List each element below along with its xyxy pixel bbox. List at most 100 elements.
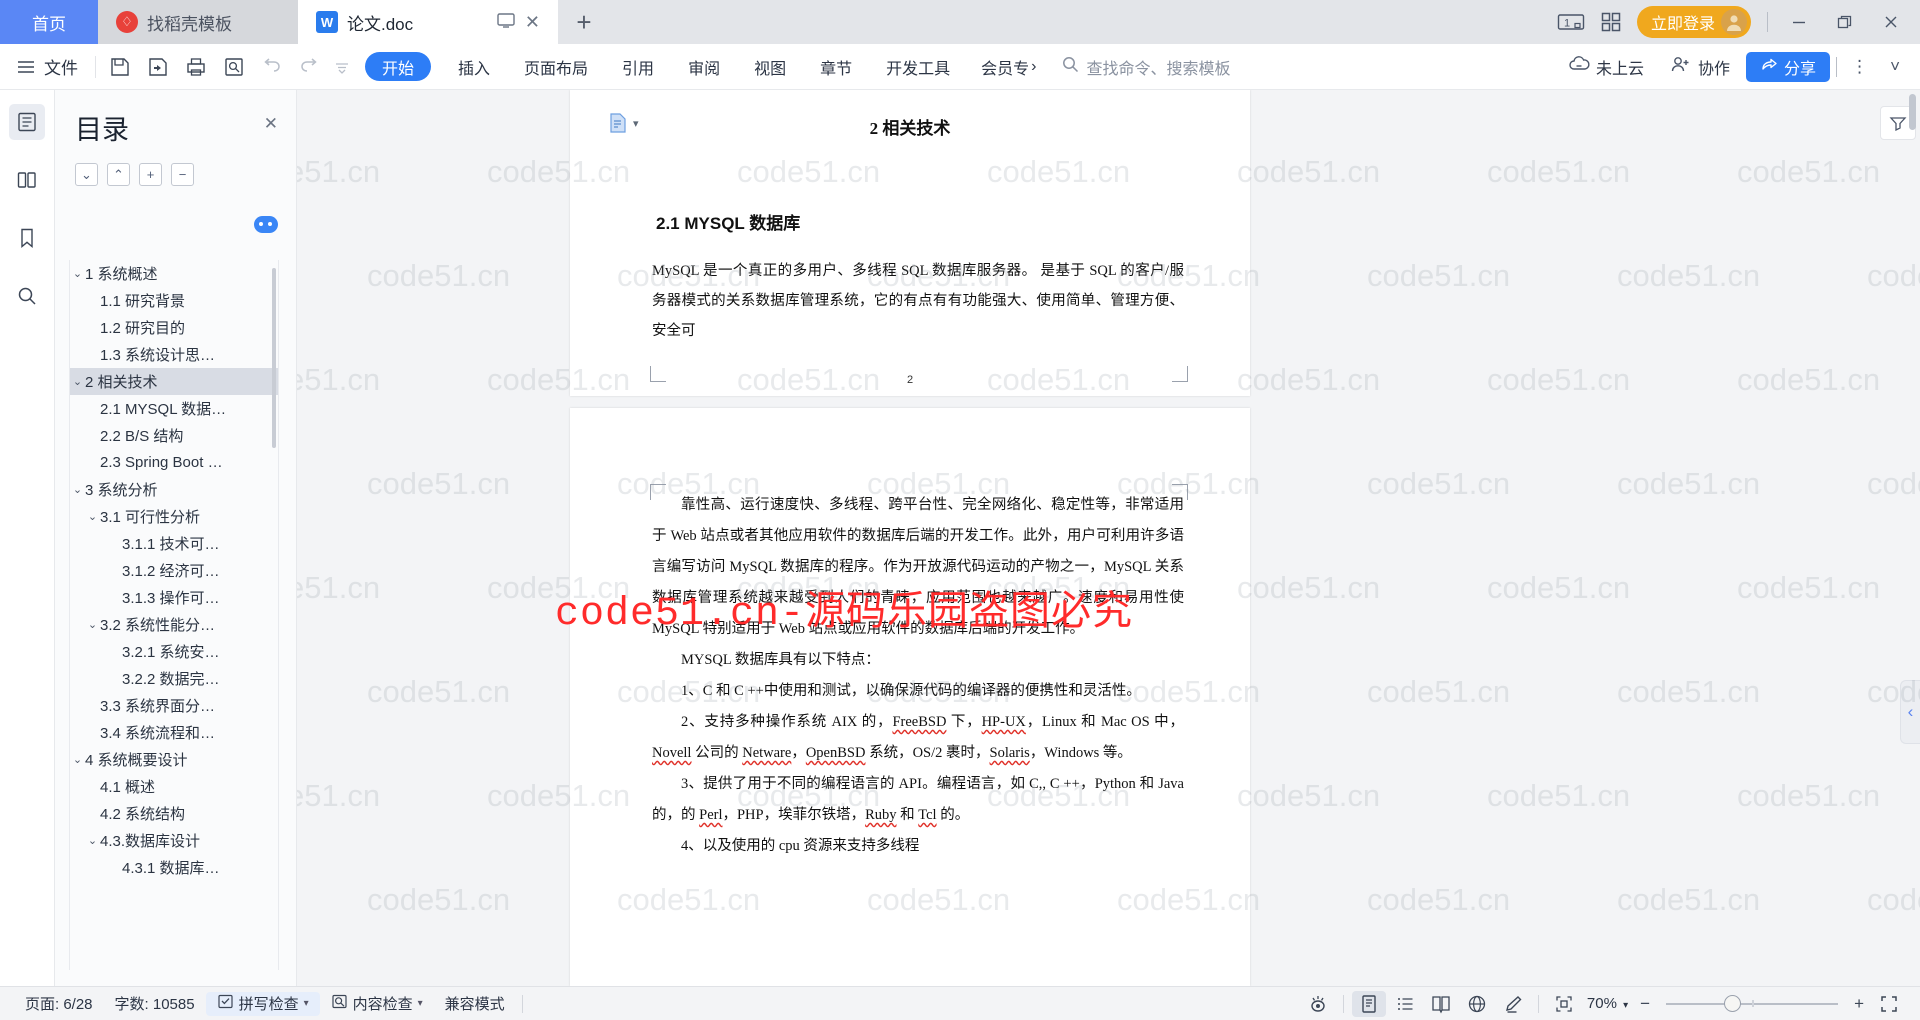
thumbnail-icon[interactable] xyxy=(9,162,45,198)
chevron-down-icon[interactable]: ⌄ xyxy=(85,618,100,631)
bookmark-icon[interactable] xyxy=(9,220,45,256)
toc-item[interactable]: 3.1.3 操作可… xyxy=(70,584,278,611)
search-input[interactable]: 查找命令、搜索模板 xyxy=(1046,55,1230,79)
outline-icon[interactable] xyxy=(9,104,45,140)
tab-developer-tools[interactable]: 开发工具 xyxy=(869,55,967,79)
search-icon[interactable] xyxy=(9,278,45,314)
expand-all-button[interactable]: + xyxy=(139,163,162,186)
save-as-icon[interactable] xyxy=(139,50,177,84)
expand-down-button[interactable]: ⌄ xyxy=(75,163,98,186)
tab-present-icon[interactable] xyxy=(497,12,515,33)
file-menu-button[interactable]: 文件 xyxy=(44,54,90,79)
redo-icon[interactable] xyxy=(291,50,329,84)
toc-close-icon[interactable]: ✕ xyxy=(264,114,278,134)
tab-membership[interactable]: 会员专 › xyxy=(967,55,1046,79)
document-page-1[interactable]: ▾ 2 相关技术 2.1 MYSQL 数据库 MySQL 是一个真正的多用户、多… xyxy=(570,90,1250,396)
more-vertical-icon[interactable]: ⋮ xyxy=(1843,57,1876,77)
share-button[interactable]: 分享 xyxy=(1746,51,1831,82)
zoom-level[interactable]: 70% ▾ xyxy=(1583,995,1632,1012)
save-icon[interactable] xyxy=(101,50,139,84)
zoom-out-button[interactable]: − xyxy=(1634,994,1656,1014)
chevron-down-icon[interactable]: ▾ xyxy=(633,117,639,130)
chevron-down-icon[interactable]: ▾ xyxy=(1623,1000,1628,1011)
toc-item[interactable]: ⌄ 3.1 可行性分析 xyxy=(70,503,278,530)
toc-item[interactable]: 3.2.2 数据完… xyxy=(70,665,278,692)
tab-review[interactable]: 审阅 xyxy=(671,55,737,79)
app-grid-icon[interactable] xyxy=(1601,12,1621,32)
restore-icon[interactable] xyxy=(1830,14,1860,30)
toc-item[interactable]: 1.2 研究目的 xyxy=(70,314,278,341)
tab-references[interactable]: 引用 xyxy=(605,55,671,79)
customize-icon[interactable] xyxy=(329,50,355,84)
toc-item[interactable]: ⌄ 2 相关技术 xyxy=(70,368,278,395)
toc-item[interactable]: 3.4 系统流程和… xyxy=(70,719,278,746)
toc-item[interactable]: 4.3.1 数据库… xyxy=(70,854,278,881)
print-preview-icon[interactable] xyxy=(215,50,253,84)
toc-list[interactable]: ⌄ 1 系统概述 1.1 研究背景 1.2 研究目的 1.3 系统设计思… ⌄ 2 相关技术… xyxy=(69,260,279,970)
collapse-all-button[interactable]: − xyxy=(171,163,194,186)
document-area[interactable]: ▾ 2 相关技术 2.1 MYSQL 数据库 MySQL 是一个真正的多用户、多… xyxy=(297,90,1920,986)
chevron-down-icon[interactable]: ⌄ xyxy=(85,510,100,523)
vertical-scrollbar[interactable] xyxy=(1909,94,1916,130)
chevron-down-icon[interactable]: ▾ xyxy=(304,998,309,1009)
document-page-2[interactable]: 靠性高、运行速度快、多线程、跨平台性、完全网络化、稳定性等，非常适用于 Web … xyxy=(570,408,1250,986)
outline-view-icon[interactable] xyxy=(1388,991,1422,1017)
toc-item[interactable]: 2.1 MYSQL 数据… xyxy=(70,395,278,422)
tab-chapter[interactable]: 章节 xyxy=(803,55,869,79)
toc-item[interactable]: ⌄ 3.2 系统性能分… xyxy=(70,611,278,638)
print-icon[interactable] xyxy=(177,50,215,84)
toc-item[interactable]: 3.3 系统界面分… xyxy=(70,692,278,719)
header-format-icon[interactable]: ▾ xyxy=(608,112,639,134)
collaborate-button[interactable]: 协作 xyxy=(1660,55,1740,79)
word-count[interactable]: 字数: 10585 xyxy=(104,993,206,1014)
minimize-icon[interactable] xyxy=(1784,15,1814,29)
toc-scrollbar[interactable] xyxy=(272,268,276,448)
toc-item[interactable]: 3.1.1 技术可… xyxy=(70,530,278,557)
toc-settings-toggle[interactable] xyxy=(254,216,278,233)
toc-item[interactable]: 4.2 系统结构 xyxy=(70,800,278,827)
toc-item[interactable]: 2.2 B/S 结构 xyxy=(70,422,278,449)
toc-item[interactable]: 1.1 研究背景 xyxy=(70,287,278,314)
chevron-down-icon[interactable]: ˅ xyxy=(1882,57,1908,77)
toc-item[interactable]: 3.2.1 系统安… xyxy=(70,638,278,665)
chevron-down-icon[interactable]: ⌄ xyxy=(70,483,85,496)
toc-item[interactable]: ⌄ 1 系统概述 xyxy=(70,260,278,287)
toc-item[interactable]: ⌄ 4.3.数据库设计 xyxy=(70,827,278,854)
tab-close-icon[interactable]: ✕ xyxy=(525,12,540,33)
panel-expand-handle[interactable]: ‹ xyxy=(1900,680,1920,744)
highlight-pen-icon[interactable] xyxy=(1496,991,1530,1017)
toc-item[interactable]: 3.1.2 经济可… xyxy=(70,557,278,584)
tab-document[interactable]: W 论文.doc ✕ xyxy=(298,0,558,47)
toc-item[interactable]: 2.3 Spring Boot … xyxy=(70,449,278,476)
cloud-status-button[interactable]: 未上云 xyxy=(1558,55,1654,79)
tab-start[interactable]: 开始 xyxy=(365,52,432,81)
tab-insert[interactable]: 插入 xyxy=(441,55,507,79)
chevron-down-icon[interactable]: ⌄ xyxy=(70,375,85,388)
zoom-slider-knob[interactable] xyxy=(1724,995,1742,1012)
web-view-icon[interactable] xyxy=(1460,991,1494,1017)
chevron-down-icon[interactable]: ▾ xyxy=(418,998,423,1009)
page-layout-view-icon[interactable] xyxy=(1351,990,1386,1017)
chevron-down-icon[interactable]: ⌄ xyxy=(85,834,100,847)
toc-item[interactable]: ⌄ 3 系统分析 xyxy=(70,476,278,503)
page-indicator[interactable]: 页面: 6/28 xyxy=(14,993,104,1014)
eye-reading-icon[interactable] xyxy=(1301,991,1335,1017)
login-button[interactable]: 立即登录 xyxy=(1636,6,1751,38)
chevron-down-icon[interactable]: ⌄ xyxy=(70,753,85,766)
zoom-slider[interactable] xyxy=(1666,995,1839,1013)
fit-page-icon[interactable] xyxy=(1547,991,1581,1017)
toc-item[interactable]: 1.3 系统设计思… xyxy=(70,341,278,368)
tab-view[interactable]: 视图 xyxy=(737,55,803,79)
contentcheck-button[interactable]: 内容检查 ▾ xyxy=(320,993,434,1014)
hamburger-icon[interactable] xyxy=(0,59,44,75)
tab-page-layout[interactable]: 页面布局 xyxy=(507,55,605,79)
tab-template[interactable]: ♢ 找稻壳模板 xyxy=(98,0,298,44)
tab-home[interactable]: 首页 xyxy=(0,0,98,44)
fullscreen-icon[interactable] xyxy=(1872,991,1906,1017)
reading-view-icon[interactable] xyxy=(1424,991,1458,1017)
close-icon[interactable] xyxy=(1876,14,1906,30)
zoom-in-button[interactable]: + xyxy=(1848,994,1870,1014)
chevron-down-icon[interactable]: ⌄ xyxy=(70,267,85,280)
toc-item[interactable]: 4.1 概述 xyxy=(70,773,278,800)
undo-icon[interactable] xyxy=(253,50,291,84)
